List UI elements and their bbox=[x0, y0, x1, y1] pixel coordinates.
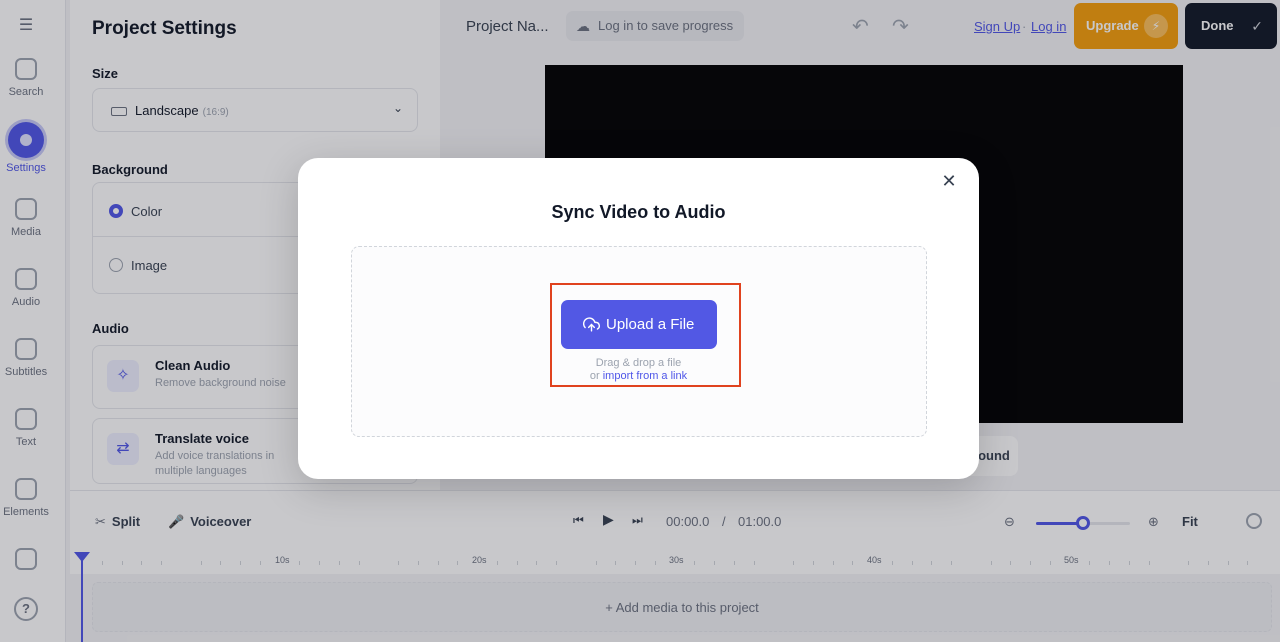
drag-drop-hint: Drag & drop a file bbox=[595, 357, 682, 369]
modal-title: Sync Video to Audio bbox=[551, 202, 726, 222]
upload-file-button[interactable]: Upload a File bbox=[561, 300, 717, 349]
upload-label: Upload a File bbox=[606, 316, 695, 333]
import-hint: or import from a link bbox=[298, 370, 979, 383]
import-link[interactable]: import from a link bbox=[603, 370, 687, 382]
close-icon[interactable]: ✕ bbox=[940, 172, 958, 190]
hint-or: or bbox=[589, 370, 600, 382]
sync-video-modal: ✕ Sync Video to Audio Upload a File Drag… bbox=[298, 158, 979, 479]
cloud-upload-icon bbox=[583, 317, 600, 332]
app-root: ☰ Search Settings Media Audio Subtitles … bbox=[0, 0, 1280, 642]
